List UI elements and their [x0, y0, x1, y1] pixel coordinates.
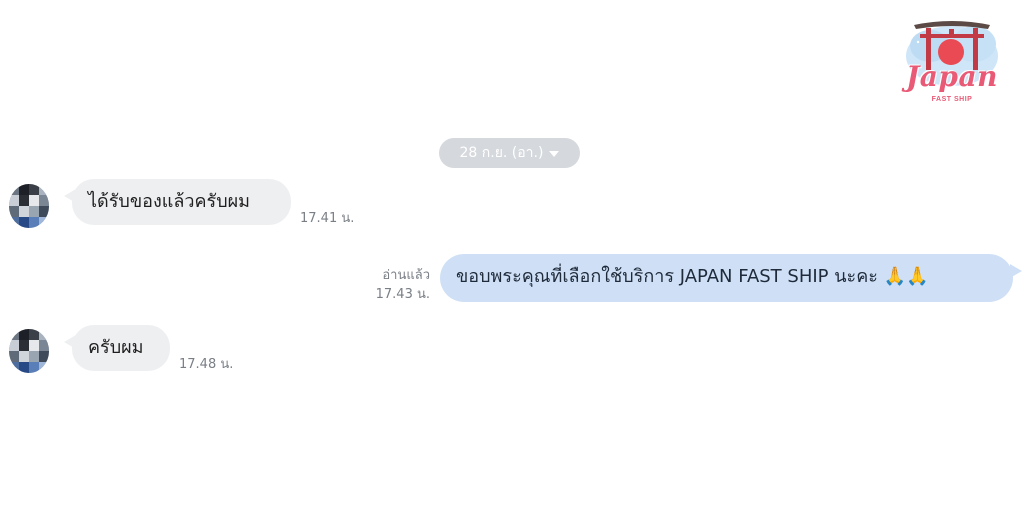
logo-subtitle: FAST SHIP — [931, 96, 973, 103]
contact-avatar[interactable] — [9, 184, 49, 228]
message-text: ขอบพระคุณที่เลือกใช้บริการ JAPAN FAST SH… — [456, 266, 929, 287]
contact-avatar[interactable] — [9, 329, 49, 373]
caret-down-icon — [549, 151, 560, 157]
message-bubble-incoming[interactable]: ครับผม — [64, 325, 170, 371]
message-timestamp: 17.48 น. — [179, 357, 234, 372]
message-timestamp: 17.43 น. — [375, 287, 430, 302]
logo-wordmark: Japan — [906, 60, 998, 93]
read-receipt: อ่านแล้ว — [382, 268, 430, 283]
date-separator[interactable]: 28 ก.ย. (อา.) — [439, 138, 580, 168]
message-timestamp: 17.41 น. — [300, 211, 355, 226]
message-text: ได้รับของแล้วครับผม — [88, 191, 251, 212]
message-text: ครับผม — [88, 337, 144, 358]
brand-logo: Japan FAST SHIP — [900, 12, 1004, 112]
message-bubble-outgoing[interactable]: ขอบพระคุณที่เลือกใช้บริการ JAPAN FAST SH… — [440, 254, 1022, 302]
message-bubble-incoming[interactable]: ได้รับของแล้วครับผม — [64, 179, 291, 225]
date-label: 28 ก.ย. (อา.) — [459, 145, 544, 161]
